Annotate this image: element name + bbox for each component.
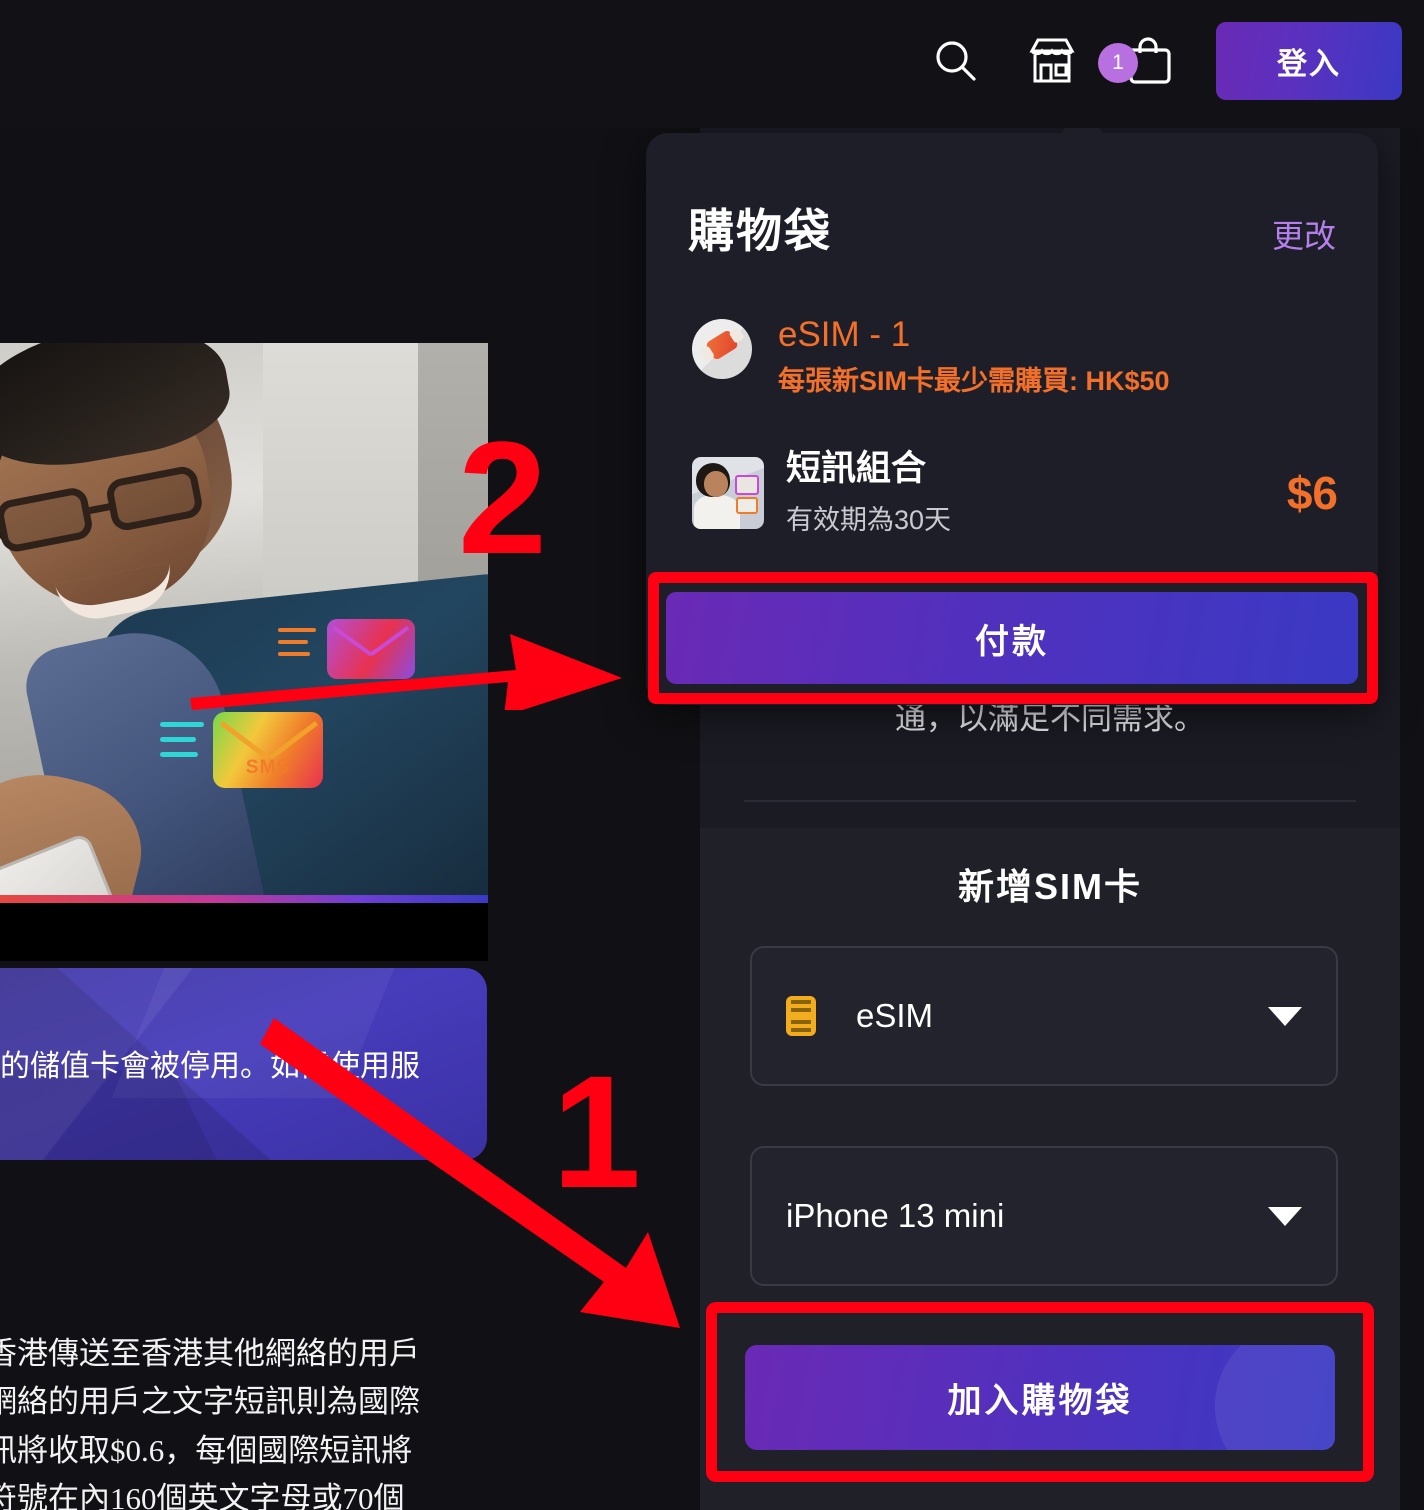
search-icon (936, 41, 976, 81)
annotation-step-2: 2 (458, 408, 547, 587)
photo-black-strip (0, 903, 488, 961)
cart-title: 購物袋 (688, 205, 832, 257)
search-button[interactable] (928, 33, 984, 89)
top-navigation-bar: 1 登入 (0, 0, 1424, 128)
terms-paragraph: 香港傳送至香港其他網絡的用戶 網絡的用戶之文字短訊則為國際 訊將收取$0.6，每… (0, 1336, 420, 1510)
sms-lines-big (160, 722, 204, 767)
photo-gradient-bar (0, 895, 488, 903)
candy-icon (692, 319, 752, 379)
cart-line-item-sms[interactable]: 短訊組合 有效期為30天 $6 (692, 448, 1338, 537)
store-icon (1029, 38, 1075, 83)
cart-item-price: $6 (1286, 466, 1338, 519)
pay-button-label: 付款 (975, 622, 1049, 661)
sim-type-value: eSIM (856, 997, 934, 1034)
sim-type-select[interactable]: eSIM (750, 946, 1338, 1086)
device-select[interactable]: iPhone 13 mini (750, 1146, 1338, 1286)
chevron-down-icon (1268, 1006, 1302, 1026)
cart-change-link[interactable]: 更改 (1272, 211, 1336, 257)
sms-envelope-icon: SMS (213, 712, 323, 788)
cart-badge: 1 (1098, 43, 1138, 83)
annotation-arrow-2 (190, 634, 622, 710)
cart-item-title: eSIM - 1 (778, 315, 911, 354)
sms-badge-label: SMS (245, 757, 291, 778)
cart-item-subtitle: 每張新SIM卡最少需購買: HK$50 (778, 366, 1170, 397)
annotation-arrow-1 (260, 1018, 680, 1328)
cart-button[interactable]: 1 (1098, 33, 1176, 89)
pay-button[interactable]: 付款 (666, 592, 1358, 684)
add-to-bag-button[interactable]: 加入購物袋 (745, 1345, 1335, 1450)
add-to-bag-label: 加入購物袋 (947, 1382, 1133, 1420)
add-sim-title: 新增SIM卡 (957, 866, 1142, 907)
section-divider (744, 800, 1356, 802)
login-button-label: 登入 (1277, 48, 1341, 81)
device-value: iPhone 13 mini (786, 1197, 1005, 1234)
cart-item-subtitle: 有效期為30天 (786, 505, 952, 535)
product-thumbnail (692, 456, 764, 529)
login-button[interactable]: 登入 (1216, 22, 1402, 100)
cart-line-item-esim[interactable]: eSIM - 1 每張新SIM卡最少需購買: HK$50 (692, 315, 1338, 398)
sim-chip-icon (786, 996, 816, 1036)
store-button[interactable] (1024, 33, 1080, 89)
chevron-down-icon (1268, 1206, 1302, 1226)
cart-item-title: 短訊組合 (786, 449, 927, 488)
cart-panel-header: 購物袋 更改 (688, 195, 1336, 261)
page-root: 通，以滿足不同需求。 新增SIM卡 eSIM iPhone 13 mini SM… (0, 0, 1424, 1510)
top-bar-actions: 1 登入 (928, 22, 1402, 100)
button-sheen (1204, 1345, 1335, 1450)
